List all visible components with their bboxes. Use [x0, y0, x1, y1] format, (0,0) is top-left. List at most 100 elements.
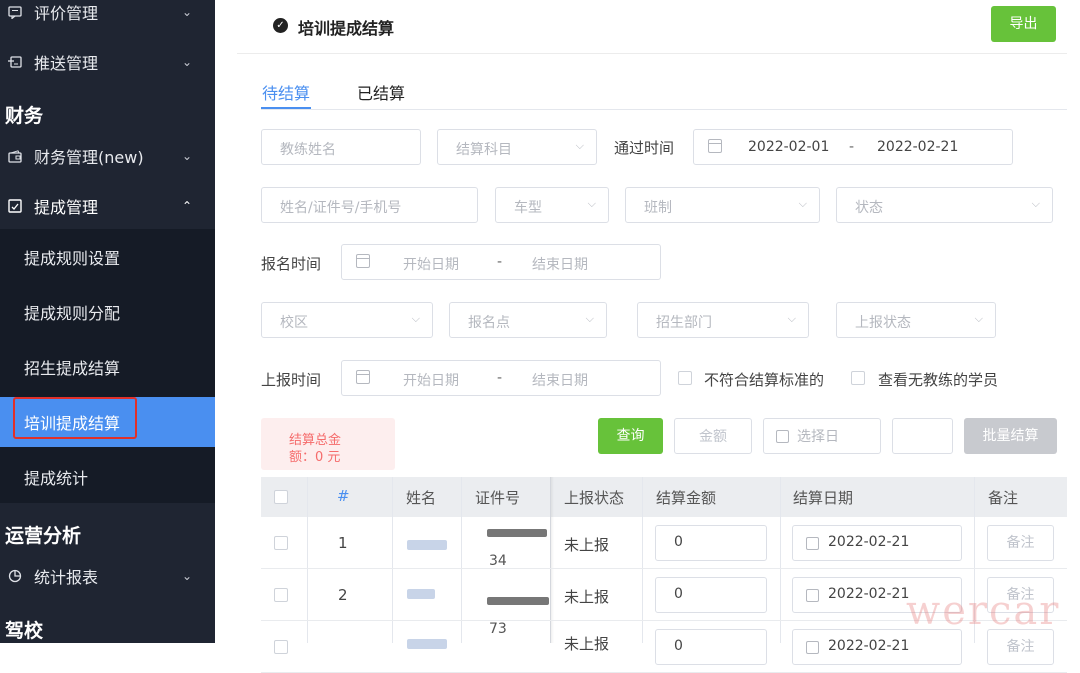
report-time-range[interactable]: 开始日期 - 结束日期: [341, 360, 661, 396]
amount-input[interactable]: 0: [655, 577, 767, 613]
column-header-id: 证件号: [475, 489, 521, 507]
amount-input[interactable]: 0: [655, 629, 767, 665]
redacted-id: [487, 597, 549, 605]
pass-time-label: 通过时间: [614, 139, 675, 157]
nonstandard-checkbox-label: 不符合结算标准的: [704, 371, 825, 389]
row-checkbox[interactable]: [274, 588, 288, 602]
placeholder: 姓名/证件号/手机号: [280, 200, 402, 216]
redacted-name: [407, 540, 447, 550]
placeholder: 校区: [280, 315, 308, 331]
sidebar-item-label: 提成管理: [34, 198, 99, 217]
tab-pending[interactable]: 待结算: [262, 80, 310, 104]
remark-button[interactable]: 备注: [987, 629, 1054, 665]
id-fragment: 34: [489, 553, 507, 569]
subject-select[interactable]: 结算科目 ⌵: [437, 129, 597, 165]
range-end: 结束日期: [532, 373, 588, 389]
range-start: 开始日期: [403, 257, 459, 273]
watermark: wercar: [906, 588, 1061, 634]
no-coach-checkbox-label: 查看无教练的学员: [878, 371, 999, 389]
page-title: 培训提成结算: [298, 19, 395, 38]
no-coach-checkbox[interactable]: [851, 371, 865, 385]
push-icon: [6, 53, 24, 71]
pass-time-range[interactable]: 2022-02-01 - 2022-02-21: [693, 129, 1013, 165]
column-header-amount: 结算金额: [656, 489, 717, 507]
chevron-down-icon: ⌵: [974, 312, 983, 325]
amount-input[interactable]: 金额: [674, 418, 752, 454]
row-checkbox[interactable]: [274, 640, 288, 654]
wallet-icon: [6, 147, 24, 165]
submenu-item-rule-settings[interactable]: 提成规则设置: [0, 232, 215, 282]
report-status-select[interactable]: 上报状态 ⌵: [836, 302, 996, 338]
submenu-item-enrollment-settlement[interactable]: 招生提成结算: [0, 342, 215, 392]
column-header-date: 结算日期: [793, 489, 854, 507]
chevron-down-icon: ⌵: [587, 197, 596, 210]
row-checkbox[interactable]: [274, 536, 288, 550]
sidebar-item-push[interactable]: 推送管理 ⌄: [0, 37, 215, 87]
amount-value: 0: [674, 586, 683, 602]
submenu-item-label: 提成统计: [24, 469, 89, 488]
sidebar-item-review[interactable]: 评价管理 ⌄: [0, 0, 215, 37]
dept-select[interactable]: 招生部门 ⌵: [637, 302, 809, 338]
table-row: 1 34 未上报 0 2022-02-21 备注: [261, 517, 1067, 569]
amount-input[interactable]: 0: [655, 525, 767, 561]
pie-chart-icon: [6, 567, 24, 585]
settle-date-input[interactable]: 2022-02-21: [792, 629, 962, 665]
nonstandard-checkbox[interactable]: [678, 371, 692, 385]
coach-name-input[interactable]: 教练姓名: [261, 129, 421, 165]
extra-input[interactable]: [892, 418, 953, 454]
row-index: 1: [338, 534, 348, 552]
sidebar-item-commission[interactable]: 提成管理 ⌃: [0, 181, 215, 231]
chevron-down-icon: ⌵: [411, 312, 420, 325]
placeholder: 车型: [514, 200, 542, 216]
group-title-school: 驾校: [5, 620, 44, 642]
sidebar-item-stat-report[interactable]: 统计报表 ⌄: [0, 551, 215, 601]
select-all-checkbox[interactable]: [274, 490, 288, 504]
check-circle-icon: ✓: [273, 18, 288, 33]
submenu-item-rule-assignment[interactable]: 提成规则分配: [0, 287, 215, 337]
campus-select[interactable]: 校区 ⌵: [261, 302, 433, 338]
student-search-input[interactable]: 姓名/证件号/手机号: [261, 187, 478, 223]
export-button[interactable]: 导出: [991, 6, 1056, 42]
placeholder: 上报状态: [855, 315, 911, 331]
car-type-select[interactable]: 车型 ⌵: [495, 187, 609, 223]
redacted-name: [407, 639, 447, 649]
remark-button[interactable]: 备注: [987, 525, 1054, 561]
chevron-down-icon: ⌵: [585, 312, 594, 325]
chevron-down-icon: ⌄: [182, 55, 193, 69]
calendar-icon: [806, 537, 819, 550]
column-header-report-status: 上报状态: [564, 489, 625, 507]
column-header-name: 姓名: [406, 489, 437, 507]
submenu-item-commission-stats[interactable]: 提成统计: [0, 452, 215, 502]
tab-settled[interactable]: 已结算: [357, 80, 405, 104]
calendar-icon: [776, 430, 789, 443]
placeholder: 状态: [855, 200, 883, 216]
sidebar-item-label: 评价管理: [34, 4, 99, 23]
calendar-icon: [356, 370, 370, 384]
chevron-down-icon: ⌵: [1031, 197, 1040, 210]
signup-time-range[interactable]: 开始日期 - 结束日期: [341, 244, 661, 280]
placeholder: 班制: [644, 200, 672, 216]
query-button[interactable]: 查询: [598, 418, 663, 454]
pick-day-input[interactable]: 选择日: [763, 418, 881, 454]
submenu-item-label: 提成规则设置: [24, 249, 121, 268]
page-header: ✓ 培训提成结算 导出: [237, 0, 1067, 54]
sidebar: 评价管理 ⌄ 推送管理 ⌄ 财务 财务管理(new) ⌄ 提成管理 ⌃ 提成规则…: [0, 0, 215, 643]
column-header-index[interactable]: #: [337, 487, 350, 505]
range-start: 2022-02-01: [748, 139, 830, 155]
sidebar-item-label: 财务管理(new): [34, 148, 144, 167]
signup-point-select[interactable]: 报名点 ⌵: [449, 302, 607, 338]
date-value: 2022-02-21: [828, 638, 910, 654]
calendar-icon: [806, 589, 819, 602]
column-header-remark: 备注: [988, 489, 1019, 507]
redacted-id: [487, 529, 547, 537]
placeholder: 选择日: [797, 429, 839, 445]
batch-settle-button[interactable]: 批量结算: [964, 418, 1057, 454]
class-select[interactable]: 班制 ⌵: [625, 187, 820, 223]
chevron-down-icon: ⌄: [182, 569, 193, 583]
status-select[interactable]: 状态 ⌵: [836, 187, 1053, 223]
group-title-operations: 运营分析: [5, 525, 82, 547]
report-time-label: 上报时间: [261, 371, 322, 389]
settle-date-input[interactable]: 2022-02-21: [792, 525, 962, 561]
sidebar-item-finance-new[interactable]: 财务管理(new) ⌄: [0, 131, 215, 181]
sidebar-item-label: 统计报表: [34, 568, 99, 587]
